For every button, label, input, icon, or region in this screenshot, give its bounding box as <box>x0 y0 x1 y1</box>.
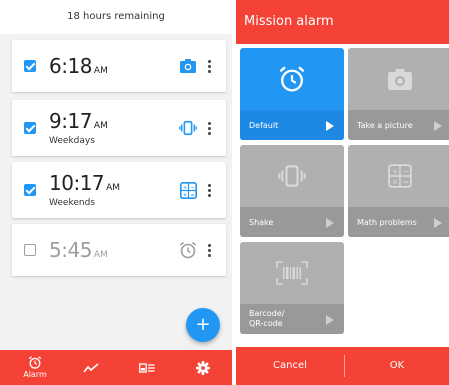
mission-label: Default <box>249 121 279 130</box>
alarm-repeat-days: Weekdays <box>49 136 95 146</box>
chart-icon <box>83 362 99 372</box>
alarm-toggle-checkbox[interactable] <box>24 122 36 134</box>
nav-news[interactable] <box>130 350 164 385</box>
shake-icon <box>240 145 344 207</box>
alarm-time: 6:18 AM <box>49 54 108 78</box>
play-icon[interactable] <box>326 315 334 325</box>
svg-text:×: × <box>182 192 187 198</box>
nav-settings[interactable] <box>186 350 220 385</box>
alarm-card-1[interactable]: 6:18 AM <box>12 40 226 92</box>
nav-report[interactable] <box>74 350 108 385</box>
alarm-clock-icon <box>28 356 42 369</box>
add-alarm-button[interactable]: + <box>186 308 220 342</box>
mission-tile-math-problems[interactable]: + − × = Math problems <box>348 145 449 237</box>
play-icon[interactable] <box>434 218 442 228</box>
time-remaining-label: 18 hours remaining <box>0 0 232 34</box>
alarm-ampm: AM <box>93 66 108 76</box>
svg-text:×: × <box>392 177 399 186</box>
alarm-card-2[interactable]: 9:17 AM Weekdays <box>12 100 226 156</box>
math-icon: + − × = <box>179 181 197 199</box>
alarm-repeat-days: Weekends <box>49 198 95 208</box>
ok-button[interactable]: OK <box>345 347 449 385</box>
more-options-icon[interactable] <box>208 122 212 136</box>
more-options-icon[interactable] <box>208 184 212 198</box>
alarm-time: 9:17 AM <box>49 109 108 133</box>
cancel-button[interactable]: Cancel <box>236 347 344 385</box>
plus-icon: + <box>195 314 211 335</box>
svg-text:=: = <box>403 177 410 186</box>
alarm-card-3[interactable]: 10:17 AM Weekends + − × = <box>12 162 226 218</box>
mission-label-line2: QR-code <box>249 319 283 328</box>
alarm-clock-icon <box>240 48 344 110</box>
dialog-title: Mission alarm <box>244 14 334 29</box>
math-icon: + − × = <box>348 145 449 207</box>
dialog-header: Mission alarm <box>236 0 449 44</box>
alarm-ampm: AM <box>93 250 108 260</box>
alarm-list-screen: 18 hours remaining 6:18 AM 9:17 AM Weekday… <box>0 0 232 385</box>
alarm-time-value: 10:17 <box>49 171 105 195</box>
mission-label: Barcode/ QR-code <box>249 309 285 329</box>
play-icon[interactable] <box>434 121 442 131</box>
svg-text:+: + <box>182 185 187 191</box>
mission-label: Take a picture <box>357 121 413 130</box>
dialog-footer: Cancel OK <box>236 347 449 385</box>
alarm-card-4[interactable]: 5:45 AM <box>12 224 226 276</box>
shake-icon <box>179 119 197 137</box>
alarm-clock-icon <box>179 241 197 259</box>
alarm-toggle-checkbox[interactable] <box>24 184 36 196</box>
alarm-toggle-checkbox[interactable] <box>24 244 36 256</box>
mission-tile-shake[interactable]: Shake <box>240 145 344 237</box>
mission-tile-take-picture[interactable]: Take a picture <box>348 48 449 140</box>
barcode-icon <box>240 242 344 304</box>
nav-alarm[interactable]: Alarm <box>12 350 58 385</box>
svg-text:−: − <box>403 167 410 176</box>
news-icon <box>139 362 155 373</box>
svg-text:−: − <box>190 185 195 191</box>
alarm-time-value: 5:45 <box>49 238 92 262</box>
mission-label: Shake <box>249 218 274 227</box>
alarm-time-value: 6:18 <box>49 54 92 78</box>
camera-icon <box>348 48 449 110</box>
mission-tile-default[interactable]: Default <box>240 48 344 140</box>
alarm-time: 10:17 AM <box>49 171 120 195</box>
svg-text:+: + <box>392 167 399 176</box>
alarm-time: 5:45 AM <box>49 238 108 262</box>
nav-alarm-label: Alarm <box>23 370 47 379</box>
more-options-icon[interactable] <box>208 244 212 258</box>
more-options-icon[interactable] <box>208 60 212 74</box>
play-icon[interactable] <box>326 121 334 131</box>
mission-label: Math problems <box>357 218 417 227</box>
mission-tile-barcode[interactable]: Barcode/ QR-code <box>240 242 344 334</box>
gear-icon <box>196 360 210 375</box>
bottom-navigation: Alarm <box>0 350 232 385</box>
mission-label-line1: Barcode/ <box>249 309 285 318</box>
play-icon[interactable] <box>326 218 334 228</box>
alarm-time-value: 9:17 <box>49 109 92 133</box>
mission-alarm-dialog: Mission alarm Default Take a picture Sha… <box>236 0 449 385</box>
svg-text:=: = <box>190 192 195 198</box>
camera-icon <box>179 57 197 75</box>
alarm-ampm: AM <box>93 121 108 131</box>
alarm-ampm: AM <box>106 183 121 193</box>
alarm-toggle-checkbox[interactable] <box>24 60 36 72</box>
